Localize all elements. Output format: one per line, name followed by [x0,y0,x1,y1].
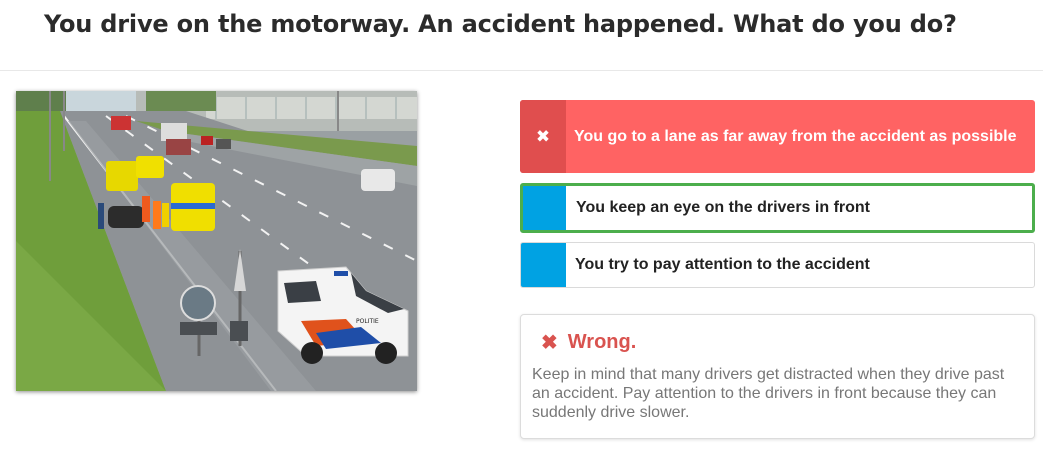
feedback-header: ✖ Wrong. [532,327,1016,357]
answer-option-label: You keep an eye on the drivers in front [576,199,870,216]
close-icon: ✖ [520,100,566,173]
feedback-title: Wrong. [567,330,637,353]
police-van-text: POLITIE [356,318,379,325]
answer-option-2[interactable]: You keep an eye on the drivers in front [520,183,1035,233]
answer-option-label: You go to a lane as far away from the ac… [574,127,1017,145]
answer-marker [523,186,566,230]
answer-option-1[interactable]: ✖ You go to a lane as far away from the … [520,100,1035,173]
motorway-accident-photo: POLITIE [16,91,417,391]
feedback-panel: ✖ Wrong. Keep in mind that many drivers … [520,314,1035,439]
answer-option-label: You try to pay attention to the accident [575,256,870,273]
close-icon: ✖ [541,331,558,354]
answer-option-3[interactable]: You try to pay attention to the accident [520,242,1035,288]
header-divider [0,70,1043,71]
answer-marker [521,243,566,287]
question-title: You drive on the motorway. An accident h… [44,10,957,38]
question-photo: POLITIE [16,91,417,391]
feedback-explanation: Keep in mind that many drivers get distr… [532,366,1005,421]
